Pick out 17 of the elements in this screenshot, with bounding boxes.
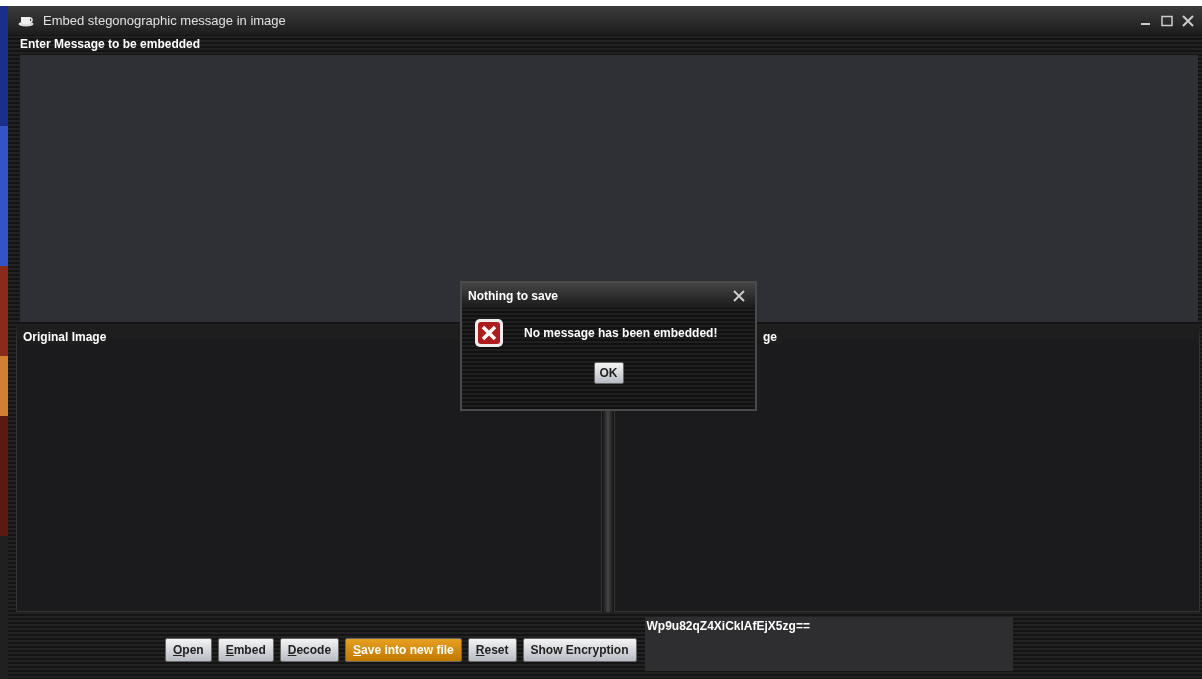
- close-icon[interactable]: [733, 289, 745, 302]
- action-button[interactable]: Decode: [279, 638, 340, 662]
- section-title: Enter Message to be embedded: [20, 37, 201, 51]
- action-button[interactable]: Show Encryption: [522, 638, 637, 662]
- dialog-title: Nothing to save: [468, 288, 558, 303]
- window-title: Embed stegonographic message in image: [43, 13, 287, 28]
- dialog-message: No message has been embedded!: [524, 326, 718, 340]
- action-button[interactable]: Reset: [467, 638, 517, 662]
- ok-button[interactable]: OK: [593, 362, 624, 384]
- panel-title: Original Image: [23, 330, 107, 344]
- action-button[interactable]: Open: [165, 638, 212, 662]
- encryption-output-field[interactable]: Wp9u82qZ4XiCklAfEjX5zg==: [644, 616, 1013, 671]
- action-button[interactable]: Embed: [217, 638, 274, 662]
- cup-icon: [18, 14, 34, 27]
- close-icon[interactable]: [1182, 14, 1194, 27]
- maximize-icon[interactable]: [1161, 14, 1173, 27]
- error-icon: [474, 318, 504, 348]
